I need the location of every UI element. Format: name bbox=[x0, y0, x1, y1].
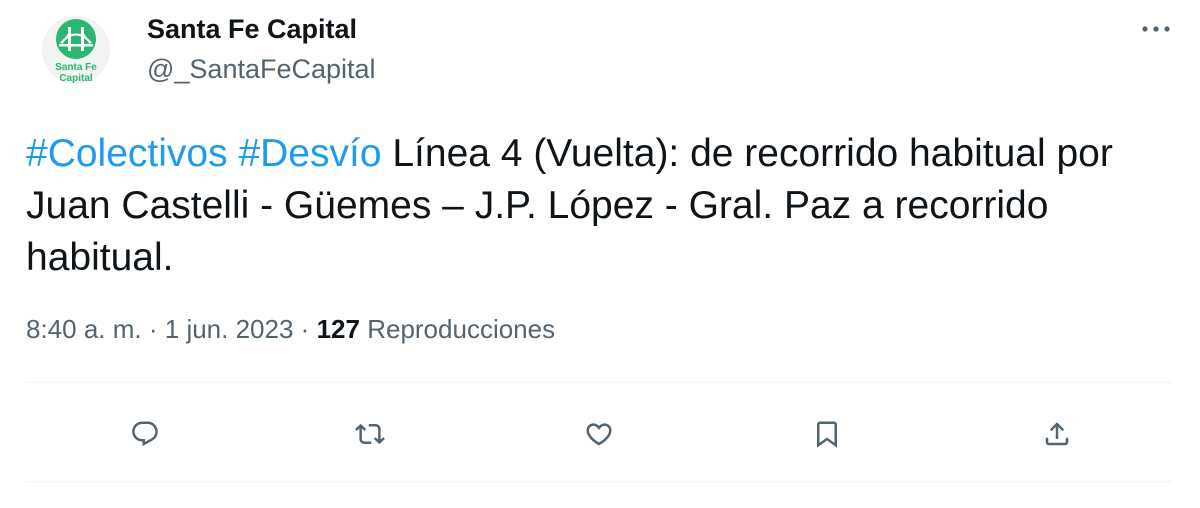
tweet-time[interactable]: 8:40 a. m. bbox=[26, 314, 142, 344]
meta-separator: · bbox=[148, 314, 158, 344]
tweet-meta: 8:40 a. m. · 1 jun. 2023 · 127 Reproducc… bbox=[26, 312, 555, 346]
tweet-header: Santa Fe Capital Santa Fe Capital @_Sant… bbox=[26, 10, 1176, 90]
share-icon bbox=[1045, 422, 1069, 446]
tweet-text: #Colectivos #Desvío Línea 4 (Vuelta): de… bbox=[26, 128, 1146, 284]
retweet-button[interactable] bbox=[343, 407, 397, 461]
reply-button[interactable] bbox=[118, 407, 172, 461]
views-label: Reproducciones bbox=[367, 314, 556, 344]
retweet-icon bbox=[355, 423, 385, 445]
meta-separator: · bbox=[300, 314, 310, 344]
more-icon bbox=[1142, 26, 1170, 32]
tweet-actions bbox=[0, 407, 1200, 461]
bookmark-button[interactable] bbox=[800, 407, 854, 461]
heart-icon bbox=[586, 423, 612, 446]
avatar-text-line2: Capital bbox=[59, 73, 93, 84]
like-button[interactable] bbox=[572, 407, 626, 461]
hashtag-colectivos[interactable]: #Colectivos bbox=[26, 132, 228, 175]
tweet-date[interactable]: 1 jun. 2023 bbox=[165, 314, 294, 344]
santa-fe-capital-logo-icon: Santa Fe Capital bbox=[42, 16, 110, 84]
views-count: 127 bbox=[316, 314, 360, 344]
avatar-text-line1: Santa Fe bbox=[55, 62, 97, 73]
reply-icon bbox=[132, 421, 158, 447]
author-names: Santa Fe Capital @_SantaFeCapital bbox=[147, 14, 376, 84]
tweet: Santa Fe Capital Santa Fe Capital @_Sant… bbox=[0, 0, 1200, 508]
bookmark-icon bbox=[817, 421, 837, 448]
author-handle[interactable]: @_SantaFeCapital bbox=[147, 54, 376, 84]
divider bbox=[26, 481, 1172, 482]
avatar[interactable]: Santa Fe Capital bbox=[26, 10, 126, 90]
divider bbox=[26, 382, 1172, 383]
more-options-button[interactable] bbox=[1136, 14, 1176, 44]
hashtag-desvio[interactable]: #Desvío bbox=[238, 132, 381, 175]
share-button[interactable] bbox=[1030, 407, 1084, 461]
author-display-name[interactable]: Santa Fe Capital bbox=[147, 14, 376, 44]
